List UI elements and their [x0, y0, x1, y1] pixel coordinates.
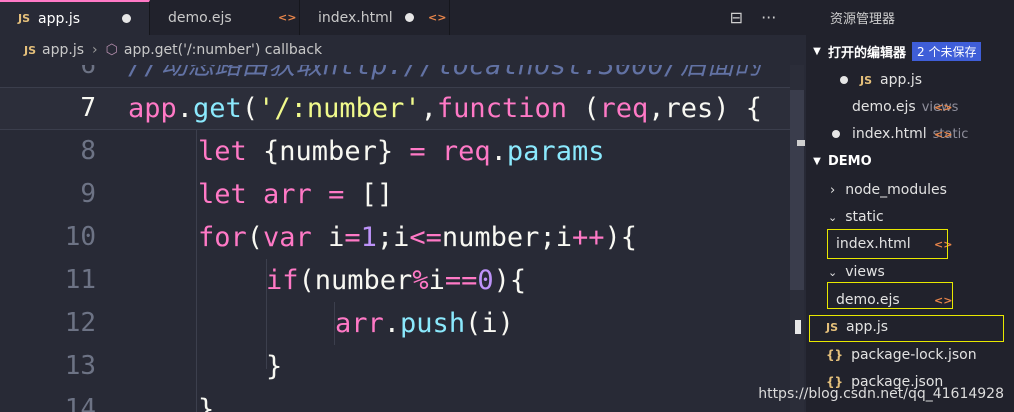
unsaved-dot-icon[interactable] [832, 130, 840, 138]
unsaved-dot-icon[interactable] [840, 76, 848, 84]
code-line: 11 if(number%i==0){ [0, 259, 800, 302]
line-number: 12 [64, 308, 96, 338]
line-number: 8 [80, 136, 96, 166]
tab-label: index.html [318, 9, 393, 26]
chevron-down-icon: ▼ [813, 46, 821, 57]
code-line: 8 let {number} = req.params [0, 130, 800, 173]
code-text: app.get('/:number',function (req,res) { [128, 93, 763, 124]
more-actions-icon[interactable]: ··· [761, 8, 776, 27]
code-text: let arr = [] [198, 179, 394, 210]
watermark-text: https://blog.csdn.net/qq_41614928 [758, 386, 1004, 402]
open-editor-name: demo.ejs [852, 99, 916, 115]
code-line-current: 7 app.get('/:number',function (req,res) … [0, 87, 800, 130]
unsaved-dot-icon[interactable] [122, 14, 132, 23]
line-number: 10 [64, 222, 96, 252]
line-number: 6 [80, 65, 96, 80]
editor-scrollbar-thumb[interactable] [790, 90, 804, 290]
chevron-right-icon: › [830, 182, 836, 198]
chevron-down-icon: ⌄ [828, 265, 838, 279]
json-braces-icon: {} [826, 348, 844, 362]
code-line: 12 arr.push(i) [0, 302, 800, 345]
unsaved-dot-icon[interactable] [404, 13, 414, 22]
code-line: 10 for(var i=1;i<=number;i++){ [0, 216, 800, 259]
code-text: let {number} = req.params [198, 136, 605, 167]
code-line: 13 } [0, 345, 800, 388]
chevron-down-icon: ▼ [813, 156, 821, 167]
open-editor-item-index-html[interactable]: <> index.html static [806, 121, 1014, 147]
open-editor-name: index.html [852, 126, 927, 142]
chevron-down-icon: ⌄ [828, 210, 838, 224]
line-number: 7 [80, 93, 96, 123]
code-text: for(var i=1;i<=number;i++){ [198, 222, 637, 253]
code-line: 6 //动态路由获取http://localhost:3000/后面的 [0, 65, 800, 87]
line-number: 11 [64, 265, 96, 295]
code-icon: <> [428, 11, 447, 24]
code-text: if(number%i==0){ [266, 265, 527, 296]
tree-folder-static[interactable]: ⌄ static [806, 204, 1014, 230]
breadcrumb-symbol[interactable]: app.get('/:number') callback [124, 42, 322, 58]
open-editors-header[interactable]: ▼ 打开的编辑器 2 个未保存 [806, 39, 1014, 64]
method-cube-icon: ⬡ [105, 42, 118, 58]
tab-demo-ejs[interactable]: <> demo.ejs [150, 0, 300, 35]
js-icon: JS [18, 12, 31, 25]
breadcrumb-file[interactable]: app.js [42, 42, 84, 58]
tab-app-js[interactable]: JS app.js [0, 0, 150, 35]
line-number: 13 [64, 351, 96, 381]
tab-label: demo.ejs [168, 9, 232, 26]
explorer-sidebar: 资源管理器 ▼ 打开的编辑器 2 个未保存 JS app.js <> demo.… [806, 0, 1014, 412]
code-line: 9 let arr = [] [0, 173, 800, 216]
code-text: arr.push(i) [335, 308, 514, 339]
split-editor-icon[interactable]: ⊟ [730, 8, 743, 27]
tree-folder-node-modules[interactable]: › node_modules [806, 177, 1014, 203]
project-label: DEMO [828, 154, 872, 169]
tree-file-package-lock-json[interactable]: {} package-lock.json [806, 342, 1014, 368]
tree-item-name: package-lock.json [851, 347, 977, 363]
unsaved-count-badge: 2 个未保存 [912, 42, 982, 61]
open-editor-item-app-js[interactable]: JS app.js [806, 67, 1014, 93]
js-icon: JS [860, 73, 873, 87]
breadcrumb: JS app.js › ⬡ app.get('/:number') callba… [0, 35, 806, 65]
open-editors-label: 打开的编辑器 [828, 46, 907, 61]
open-editor-item-demo-ejs[interactable]: <> demo.ejs views [806, 94, 1014, 120]
line-number: 14 [64, 394, 96, 412]
comment-text: //动态路由获取http://localhost:3000/后面的 [128, 65, 762, 81]
tab-label: app.js [38, 10, 81, 27]
annotation-highlight-box [809, 315, 1004, 342]
project-header[interactable]: ▼ DEMO [806, 149, 1014, 174]
explorer-title: 资源管理器 [830, 12, 896, 27]
line-number: 9 [80, 179, 96, 209]
chevron-right-icon: › [92, 42, 98, 58]
js-icon: JS [24, 43, 37, 57]
code-text: } [266, 351, 283, 382]
annotation-highlight-box [827, 229, 948, 259]
code-icon: <> [278, 11, 297, 24]
code-text: } [198, 394, 215, 412]
overview-ruler-mark [795, 320, 801, 334]
code-editor[interactable]: 6 //动态路由获取http://localhost:3000/后面的 7 ap… [0, 65, 806, 412]
editor-tab-bar: JS app.js <> demo.ejs <> index.html [0, 0, 806, 35]
tree-item-name: node_modules [845, 182, 947, 198]
overview-ruler-mark [797, 140, 805, 146]
tab-actions: ⊟ ··· [700, 0, 806, 35]
tab-index-html[interactable]: <> index.html [300, 0, 450, 35]
annotation-highlight-box [827, 282, 953, 309]
tree-item-name: views [845, 264, 885, 280]
code-line: 14 } [0, 388, 800, 412]
open-editor-name: app.js [880, 72, 923, 88]
tree-item-name: static [845, 209, 884, 225]
